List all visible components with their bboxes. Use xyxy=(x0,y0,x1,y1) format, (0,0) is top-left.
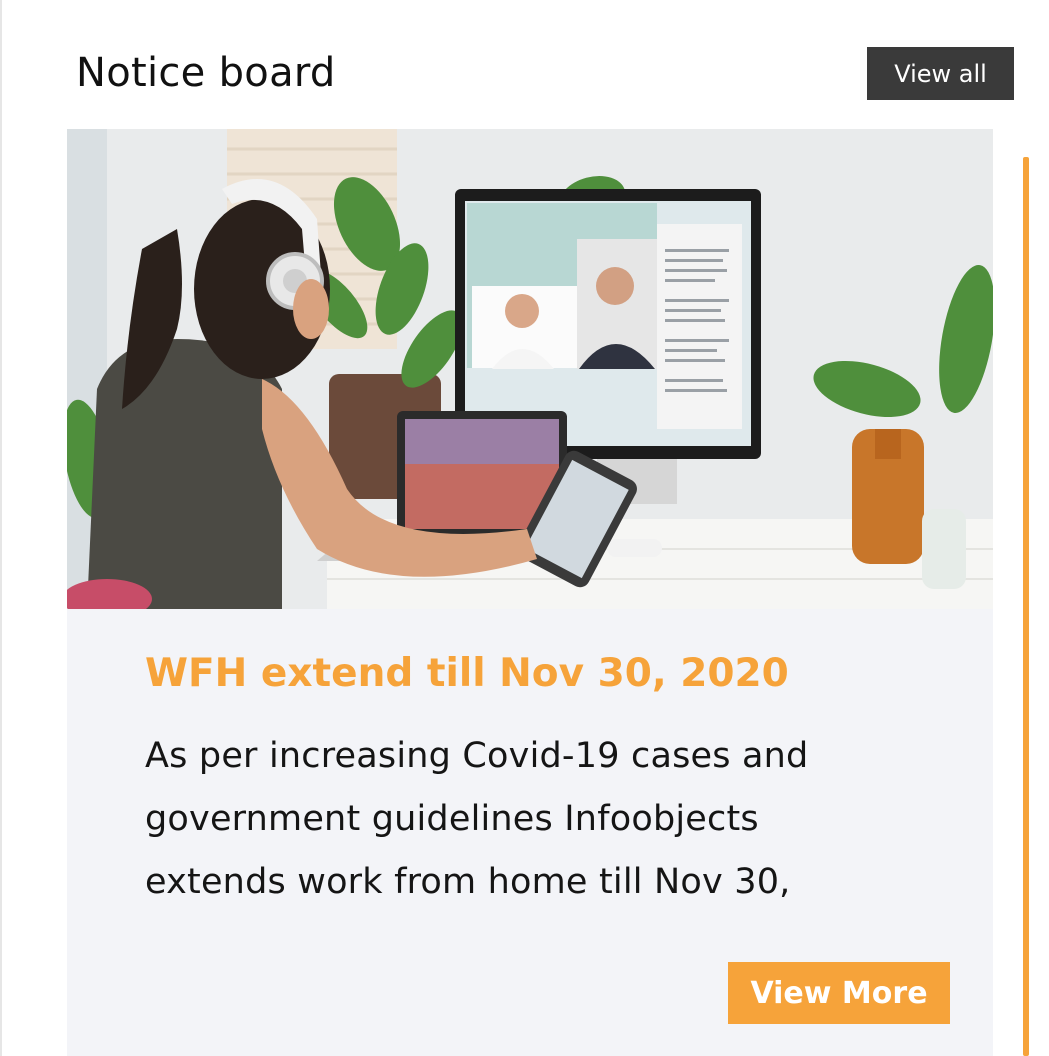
section-title: Notice board xyxy=(76,50,336,96)
scrollbar[interactable] xyxy=(1023,157,1029,1056)
notice-title: WFH extend till Nov 30, 2020 xyxy=(145,651,789,696)
view-more-button[interactable]: View More xyxy=(728,962,950,1024)
view-all-button[interactable]: View all xyxy=(867,47,1014,100)
notice-board-page: Notice board View all WFH extend till No… xyxy=(0,0,1049,1056)
notice-body: As per increasing Covid-19 cases and gov… xyxy=(145,736,809,902)
notice-card: WFH extend till Nov 30, 2020 As per incr… xyxy=(67,129,993,1056)
notice-image xyxy=(67,129,993,609)
